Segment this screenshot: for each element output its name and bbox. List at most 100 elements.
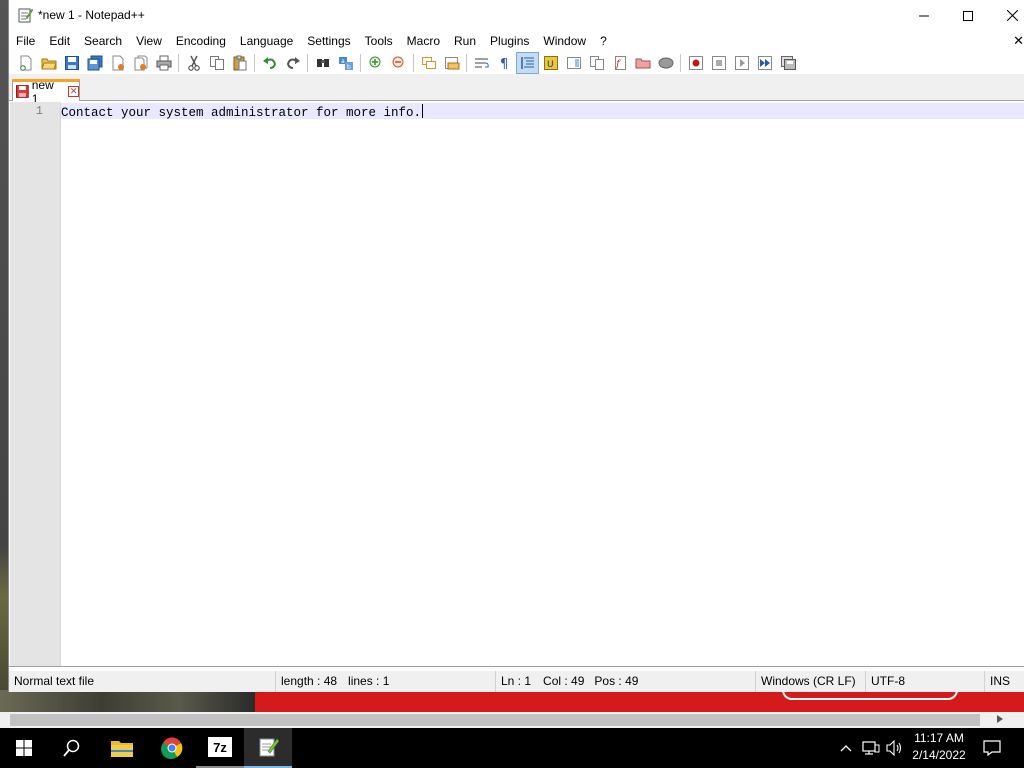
print-button[interactable] bbox=[152, 52, 175, 74]
status-col: Col : 49 bbox=[543, 674, 585, 688]
folder-as-workspace-button[interactable] bbox=[631, 52, 654, 74]
menu-language[interactable]: Language bbox=[233, 31, 300, 51]
taskbar-file-explorer[interactable] bbox=[98, 728, 146, 768]
status-lines: lines : 1 bbox=[348, 674, 390, 688]
minimize-icon bbox=[919, 15, 929, 16]
close-all-icon bbox=[134, 55, 147, 70]
tab-new-1[interactable]: new 1 ✕ bbox=[12, 78, 80, 106]
document-map-button[interactable] bbox=[562, 52, 585, 74]
menu-tools[interactable]: Tools bbox=[358, 31, 400, 51]
save-button[interactable] bbox=[60, 52, 83, 74]
tray-show-hidden-icons[interactable] bbox=[836, 728, 856, 768]
run-macro-multiple-icon bbox=[757, 55, 772, 70]
save-icon bbox=[64, 55, 79, 70]
tab-close-icon[interactable]: ✕ bbox=[68, 86, 79, 97]
menu-settings[interactable]: Settings bbox=[300, 31, 357, 51]
toolbar-separator bbox=[466, 53, 467, 72]
record-macro-icon bbox=[688, 55, 703, 70]
taskbar-chrome[interactable] bbox=[148, 728, 196, 768]
horizontal-scrollbar[interactable] bbox=[0, 712, 1024, 728]
new-file-button[interactable] bbox=[14, 52, 37, 74]
word-wrap-button[interactable] bbox=[470, 52, 493, 74]
menu-macro[interactable]: Macro bbox=[400, 31, 447, 51]
status-eol: Windows (CR LF) bbox=[755, 671, 865, 692]
function-list-icon: f bbox=[614, 55, 626, 70]
user-defined-language-button[interactable]: U bbox=[539, 52, 562, 74]
cut-button[interactable] bbox=[182, 52, 205, 74]
volume-icon bbox=[886, 740, 902, 756]
close-document-button[interactable]: ✕ bbox=[1013, 33, 1024, 49]
status-position: Ln : 1 Col : 49 Pos : 49 bbox=[495, 671, 757, 692]
menu-window[interactable]: Window bbox=[536, 31, 593, 51]
file-explorer-icon bbox=[111, 741, 133, 757]
start-button[interactable] bbox=[0, 728, 48, 768]
tray-network[interactable] bbox=[860, 728, 882, 768]
menu-help[interactable]: ? bbox=[593, 31, 614, 51]
sync-horizontal-button[interactable] bbox=[440, 52, 463, 74]
tray-clock[interactable]: 11:17 AM 2/14/2022 bbox=[906, 730, 972, 764]
menu-plugins[interactable]: Plugins bbox=[483, 31, 536, 51]
find-button[interactable] bbox=[311, 52, 334, 74]
line-number-gutter: 1 bbox=[10, 102, 61, 666]
open-file-icon bbox=[40, 58, 57, 69]
menu-edit[interactable]: Edit bbox=[42, 31, 77, 51]
folder-as-workspace-icon bbox=[635, 58, 650, 68]
tray-volume[interactable] bbox=[884, 728, 906, 768]
window-title: *new 1 - Notepad++ bbox=[38, 8, 145, 22]
zoom-out-button[interactable] bbox=[387, 52, 410, 74]
indent-guide-button[interactable] bbox=[516, 51, 539, 74]
monitoring-icon bbox=[658, 57, 673, 68]
close-all-button[interactable] bbox=[129, 52, 152, 74]
close-file-button[interactable] bbox=[106, 52, 129, 74]
replace-button[interactable]: ab bbox=[334, 52, 357, 74]
function-list-button[interactable]: f bbox=[608, 52, 631, 74]
editor-area[interactable]: 1 Contact your system administrator for … bbox=[9, 102, 1024, 667]
tab-strip: new 1 ✕ bbox=[9, 74, 1024, 106]
replace-icon: ab bbox=[338, 56, 353, 71]
record-macro-button[interactable] bbox=[684, 52, 707, 74]
save-all-button[interactable] bbox=[83, 52, 106, 74]
editor-line[interactable]: Contact your system administrator for mo… bbox=[61, 104, 424, 120]
editor-line-text: Contact your system administrator for mo… bbox=[61, 106, 422, 120]
scroll-right-arrow[interactable] bbox=[992, 712, 1008, 728]
scrollbar-thumb[interactable] bbox=[10, 714, 980, 726]
close-icon bbox=[1006, 10, 1018, 21]
menu-encoding[interactable]: Encoding bbox=[169, 31, 233, 51]
save-all-icon bbox=[87, 55, 102, 70]
toolbar-separator bbox=[680, 53, 681, 72]
monitoring-button[interactable] bbox=[654, 52, 677, 74]
maximize-icon bbox=[963, 10, 973, 21]
playback-macro-button[interactable] bbox=[730, 52, 753, 74]
svg-text:b: b bbox=[347, 64, 351, 71]
stop-recording-button[interactable] bbox=[707, 52, 730, 74]
close-button[interactable] bbox=[989, 0, 1024, 31]
desktop-wallpaper-dark bbox=[0, 690, 255, 712]
copy-button[interactable] bbox=[205, 52, 228, 74]
zoom-in-button[interactable] bbox=[364, 52, 387, 74]
open-file-button[interactable] bbox=[37, 52, 60, 74]
run-macro-multiple-button[interactable] bbox=[753, 52, 776, 74]
undo-button[interactable] bbox=[258, 52, 281, 74]
sync-vertical-button[interactable] bbox=[417, 52, 440, 74]
document-list-button[interactable] bbox=[585, 52, 608, 74]
clock-date: 2/14/2022 bbox=[912, 748, 966, 762]
taskbar-notepadpp[interactable] bbox=[244, 728, 292, 768]
paste-button[interactable] bbox=[228, 52, 251, 74]
svg-text:¶: ¶ bbox=[500, 57, 508, 71]
redo-button[interactable] bbox=[281, 52, 304, 74]
status-bar: Normal text file length : 48 lines : 1 Ln… bbox=[9, 671, 1024, 692]
tray-notifications[interactable] bbox=[980, 728, 1004, 768]
search-button[interactable] bbox=[48, 728, 96, 768]
menu-run[interactable]: Run bbox=[447, 31, 483, 51]
taskbar: 7z 11:17 AM 2/14/2022 bbox=[0, 728, 1024, 768]
save-macro-button[interactable] bbox=[776, 52, 799, 74]
show-all-characters-button[interactable]: ¶ bbox=[493, 52, 516, 74]
title-bar[interactable]: *new 1 - Notepad++ bbox=[9, 0, 1024, 31]
menu-file[interactable]: File bbox=[9, 31, 42, 51]
word-wrap-icon bbox=[474, 58, 489, 67]
taskbar-7zip[interactable]: 7z bbox=[196, 728, 244, 768]
minimize-button[interactable] bbox=[901, 0, 947, 31]
menu-view[interactable]: View bbox=[129, 31, 169, 51]
maximize-button[interactable] bbox=[945, 0, 991, 31]
menu-search[interactable]: Search bbox=[77, 31, 129, 51]
